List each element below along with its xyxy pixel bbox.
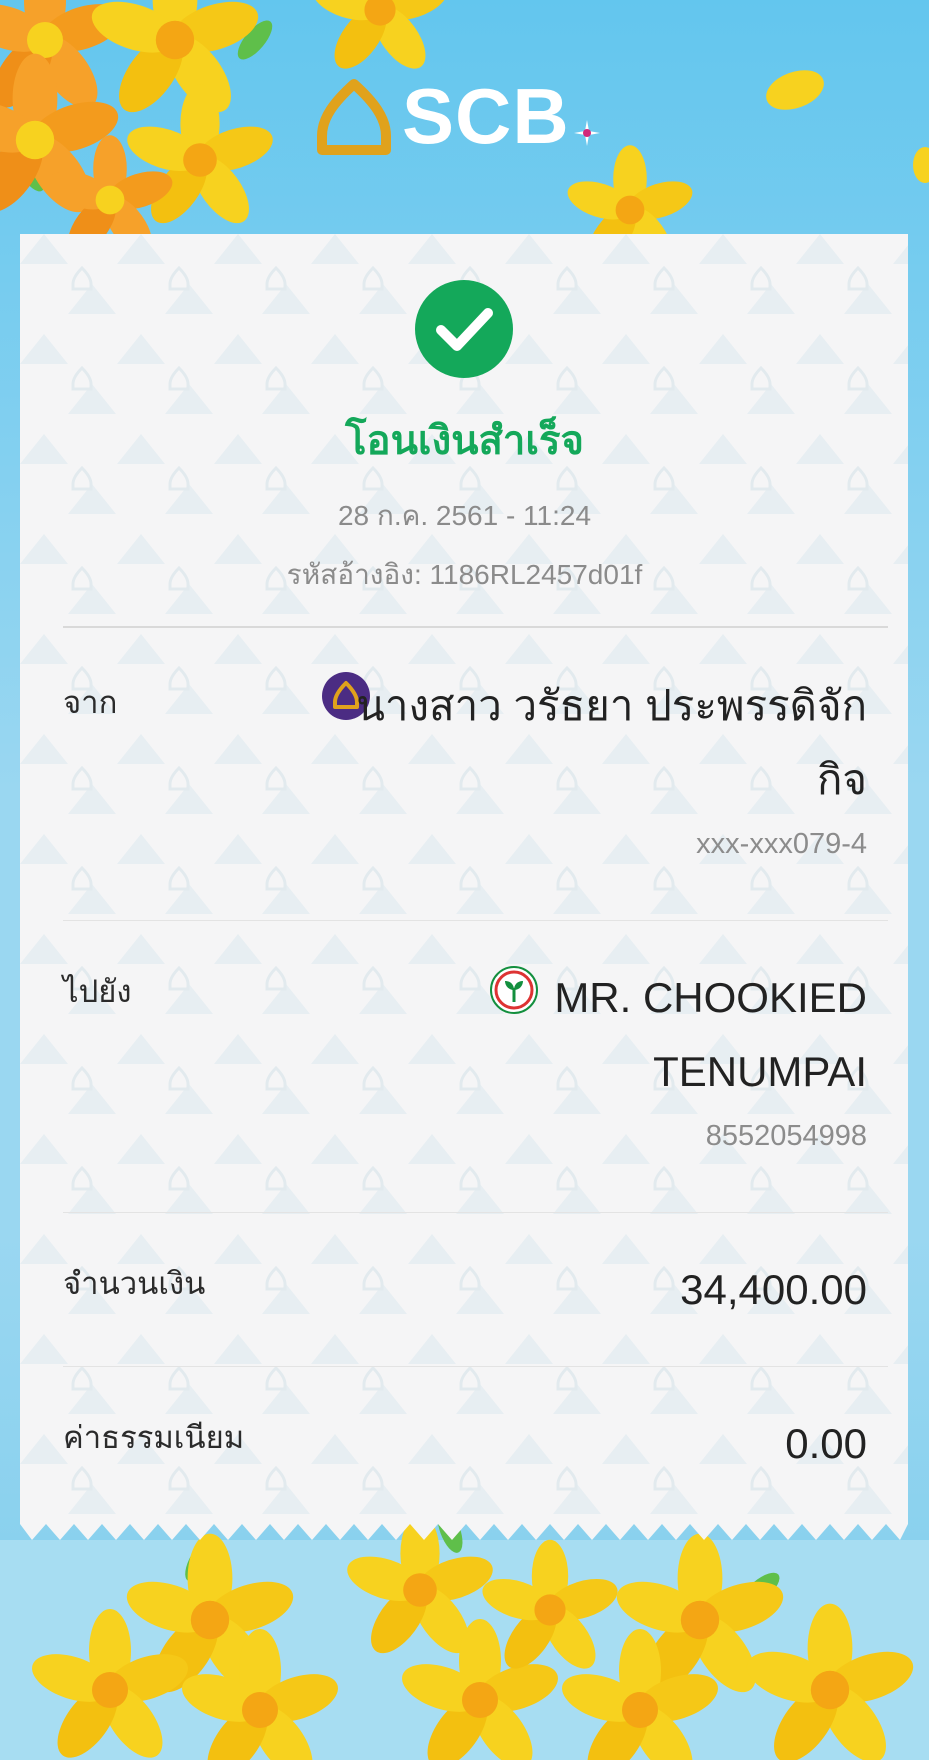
scb-logo-text: SCB xyxy=(402,72,570,160)
scb-logo-icon xyxy=(317,79,391,155)
to-name-line1: MR. CHOOKIED xyxy=(554,974,867,1021)
success-check-icon xyxy=(415,280,513,378)
status-title: โอนเงินสำเร็จ xyxy=(345,419,584,463)
to-label: ไปยัง xyxy=(63,974,132,1009)
receipt-torn-edge xyxy=(20,1520,908,1540)
transaction-datetime: 28 ก.ค. 2561 - 11:24 xyxy=(337,500,592,531)
scb-logo: SCB xyxy=(314,74,614,158)
fee-value: 0.00 xyxy=(785,1420,867,1467)
from-label: จาก xyxy=(63,685,118,720)
header-divider xyxy=(63,626,888,628)
to-name-line2: TENUMPAI xyxy=(653,1048,867,1095)
to-account-number: 8552054998 xyxy=(705,1120,867,1152)
amount-label: จำนวนเงิน xyxy=(63,1266,206,1301)
from-account-number: xxx-xxx079-4 xyxy=(696,828,867,860)
amount-value: 34,400.00 xyxy=(680,1266,867,1313)
from-name-line2: กิจ xyxy=(816,756,867,803)
from-name-line1: นางสาว วรัธยา ประพรรดิจัก xyxy=(356,682,867,729)
fee-label: ค่าธรรมเนียม xyxy=(63,1420,245,1455)
kbank-bank-icon xyxy=(490,966,538,1014)
section-divider xyxy=(63,1212,888,1213)
section-divider xyxy=(63,1366,888,1367)
reference-code: รหัสอ้างอิง: 1186RL2457d01f xyxy=(286,559,643,590)
sparkle-icon xyxy=(574,120,600,146)
section-divider xyxy=(63,920,888,921)
